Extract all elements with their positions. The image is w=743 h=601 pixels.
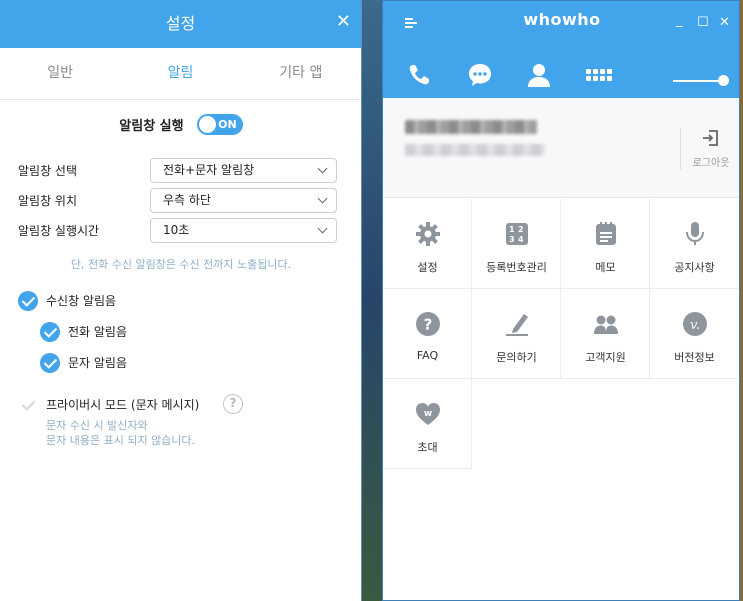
question-icon: ? [416, 312, 440, 336]
tab-other-apps[interactable]: 기타 앱 [241, 48, 361, 99]
svg-text:v.: v. [690, 318, 700, 333]
chevron-down-icon [317, 193, 328, 204]
select-value: 우측 하단 [163, 193, 211, 207]
privacy-note-line: 문자 수신 시 발신자와 [46, 419, 148, 432]
dialpad-icon[interactable] [585, 61, 613, 89]
version-icon: v. [683, 312, 707, 336]
privacy-mode-checkbox[interactable] [18, 395, 38, 415]
message-icon[interactable] [466, 61, 494, 89]
menu-item-inquiry[interactable]: 문의하기 [472, 289, 561, 379]
whowho-window: whowho _ ☐ ✕ 로그아웃 설정 1 2 3 4 등록번호관리 메모 공… [382, 0, 740, 601]
svg-text:4: 4 [518, 235, 524, 244]
call-sound-label: 전화 알림음 [68, 325, 128, 339]
field-row-type: 알림창 선택 전화+문자 알림창 [18, 158, 338, 184]
opacity-slider-knob[interactable] [718, 75, 729, 86]
gear-icon [416, 222, 440, 246]
svg-text:2: 2 [518, 225, 524, 234]
settings-window: 설정 ✕ 일반 알림 기타 앱 알림창 실행 ON 알림창 선택 전화+문자 알… [0, 0, 362, 601]
sms-sound-label: 문자 알림음 [68, 356, 128, 370]
contact-icon[interactable] [525, 61, 553, 89]
field-row-duration: 알림창 실행시간 10초 [18, 218, 338, 244]
call-notification-hint: 단, 전화 수신 알림창은 수신 전까지 노출됩니다. [70, 258, 292, 271]
menu-item-label: 설정 [417, 261, 438, 274]
microphone-icon [686, 222, 704, 245]
privacy-note-line: 문자 내용은 표시 되지 않습니다. [46, 434, 196, 447]
svg-text:?: ? [424, 316, 433, 334]
toggle-knob [198, 116, 216, 133]
settings-titlebar: 설정 ✕ [0, 0, 361, 48]
menu-item-faq[interactable]: ? FAQ [383, 289, 472, 379]
notification-run-toggle[interactable]: ON [196, 114, 243, 135]
logout-icon [703, 130, 718, 146]
logout-label: 로그아웃 [692, 158, 730, 169]
profile-panel: 로그아웃 [383, 98, 739, 198]
heart-icon: w [416, 403, 440, 425]
menu-item-label: 초대 [417, 441, 438, 454]
notification-run-label: 알림창 실행 [119, 119, 184, 134]
tab-general[interactable]: 일반 [0, 48, 120, 99]
field-label-type: 알림창 선택 [18, 164, 78, 178]
svg-text:w: w [424, 409, 432, 419]
help-icon[interactable]: ? [223, 394, 243, 414]
number-list-icon: 1 23 4 [506, 223, 528, 245]
select-notification-position[interactable]: 우측 하단 [150, 188, 337, 213]
field-row-position: 알림창 위치 우측 하단 [18, 188, 338, 214]
maximize-icon[interactable]: ☐ [697, 15, 709, 31]
memo-icon [596, 222, 616, 245]
menu-item-registered-numbers[interactable]: 1234 등록번호관리 [472, 199, 561, 289]
settings-title: 설정 [165, 14, 196, 33]
chevron-down-icon [317, 163, 328, 174]
notification-run-row: 알림창 실행 ON [0, 114, 362, 135]
logout-button[interactable]: 로그아웃 [687, 128, 735, 169]
menu-item-version[interactable]: v. 버전정보 [650, 289, 739, 379]
people-icon [594, 315, 618, 334]
ring-sound-checkbox[interactable] [18, 291, 38, 311]
blurred-user-name [405, 120, 537, 134]
menu-item-customer-support[interactable]: 고객지원 [561, 289, 650, 379]
menu-item-invite[interactable]: w 초대 [383, 379, 472, 469]
phone-icon[interactable] [405, 61, 433, 89]
blurred-phone-number [405, 144, 545, 156]
field-label-position: 알림창 위치 [18, 194, 78, 208]
menu-item-label: 문의하기 [496, 351, 537, 364]
ring-sound-label: 수신창 알림음 [46, 294, 117, 308]
menu-item-label: 버전정보 [674, 351, 715, 364]
tab-notification[interactable]: 알림 [120, 48, 240, 99]
minimize-icon[interactable]: _ [676, 13, 683, 29]
privacy-mode-note: 문자 수신 시 발신자와 문자 내용은 표시 되지 않습니다. [46, 418, 195, 448]
menu-item-notice[interactable]: 공지사항 [650, 199, 739, 289]
menu-item-label: 메모 [595, 261, 616, 274]
menu-item-memo[interactable]: 메모 [561, 199, 650, 289]
menu-item-label: FAQ [416, 349, 439, 362]
whowho-header: whowho _ ☐ ✕ [383, 1, 739, 98]
pen-icon [506, 314, 528, 336]
select-notification-duration[interactable]: 10초 [150, 218, 337, 243]
menu-item-settings[interactable]: 설정 [383, 199, 472, 289]
close-icon[interactable]: ✕ [719, 15, 730, 31]
select-value: 10초 [163, 223, 190, 237]
privacy-mode-label: 프라이버시 모드 (문자 메시지) [46, 398, 200, 412]
svg-text:3: 3 [509, 235, 515, 244]
menu-item-label: 등록번호관리 [486, 261, 547, 274]
field-label-duration: 알림창 실행시간 [18, 224, 100, 238]
close-icon[interactable]: ✕ [336, 0, 351, 44]
divider [680, 128, 681, 170]
svg-text:1: 1 [509, 225, 515, 234]
whowho-logo: whowho [523, 10, 601, 29]
settings-tabs: 일반 알림 기타 앱 [0, 48, 361, 100]
desktop-background [362, 0, 382, 601]
chevron-down-icon [317, 223, 328, 234]
sms-sound-checkbox[interactable] [40, 353, 60, 373]
call-sound-checkbox[interactable] [40, 322, 60, 342]
menu-item-label: 고객지원 [585, 351, 626, 364]
select-notification-type[interactable]: 전화+문자 알림창 [150, 158, 337, 183]
menu-item-label: 공지사항 [674, 261, 715, 274]
select-value: 전화+문자 알림창 [163, 163, 255, 177]
toggle-state-text: ON [218, 118, 237, 131]
